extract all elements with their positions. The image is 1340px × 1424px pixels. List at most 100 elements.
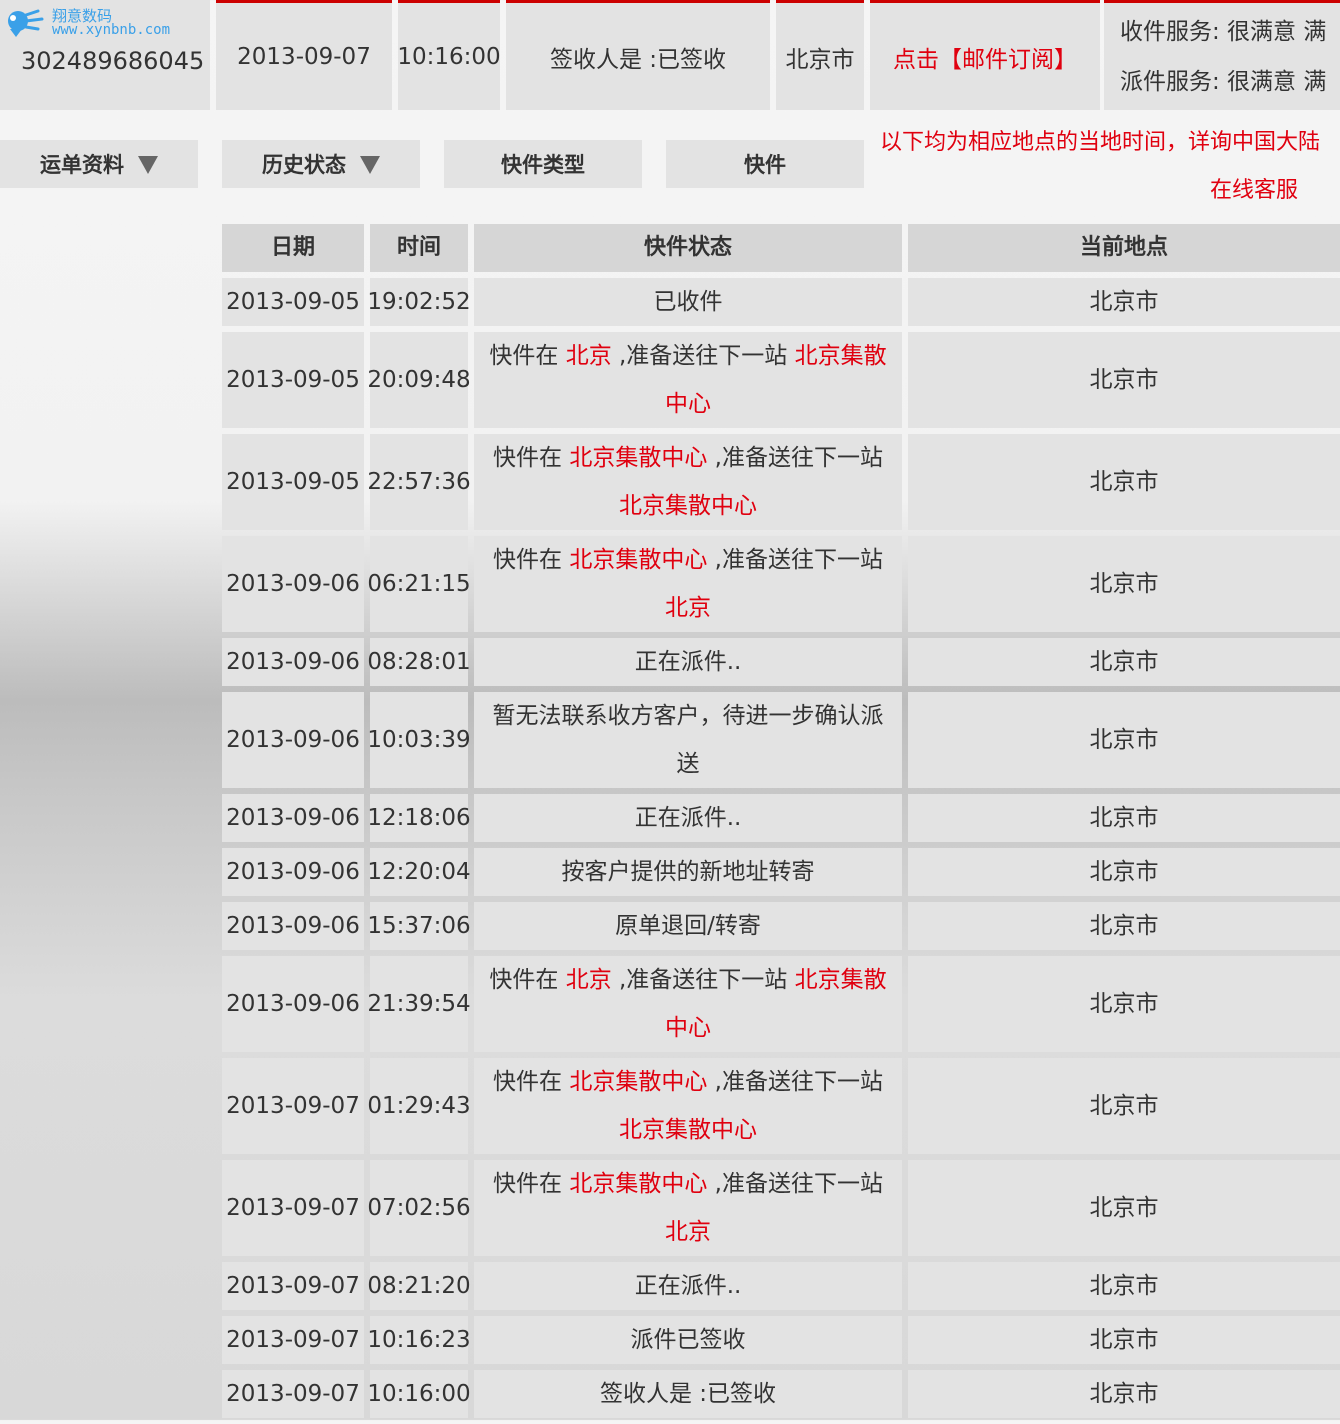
tab-label: 历史状态	[262, 153, 346, 177]
row-time: 19:02:52	[367, 278, 471, 326]
location-link[interactable]: 北京	[566, 967, 612, 993]
row-time: 15:37:06	[367, 902, 471, 950]
status-fragment: 快件在	[493, 1069, 570, 1095]
status-fragment: 已收件	[653, 289, 723, 315]
row-status: 已收件	[474, 278, 902, 326]
header-location: 当前地点	[908, 224, 1340, 272]
row-status: 快件在 北京 ,准备送往下一站 北京集散中心	[474, 332, 902, 428]
tab-express[interactable]: 快件	[666, 140, 864, 188]
subscribe-link[interactable]: 点击【邮件订阅】	[870, 0, 1100, 110]
summary-time: 10:16:00	[398, 0, 500, 110]
table-row: 2013-09-06 10:03:39 暂无法联系收方客户，待进一步确认派送 北京市	[222, 692, 1340, 788]
status-fragment: 原单退回/转寄	[615, 913, 761, 939]
location-link[interactable]: 北京集散中心	[619, 493, 757, 519]
row-date: 2013-09-07	[222, 1160, 364, 1256]
row-location: 北京市	[908, 902, 1340, 950]
row-date: 2013-09-07	[222, 1262, 364, 1310]
status-fragment: ,准备送往下一站	[707, 1171, 883, 1197]
row-location: 北京市	[908, 848, 1340, 896]
status-fragment: 快件在	[489, 967, 566, 993]
location-link[interactable]: 北京	[665, 595, 711, 621]
pickup-service-rating: 收件服务: 很满意 满	[1120, 18, 1327, 45]
location-link[interactable]: 北京	[665, 1219, 711, 1245]
row-time: 10:03:39	[367, 692, 471, 788]
row-time: 12:20:04	[367, 848, 471, 896]
dropdown-arrow-icon	[360, 156, 380, 174]
table-header: 日期 时间 快件状态 当前地点	[222, 224, 1340, 272]
row-location: 北京市	[908, 1370, 1340, 1418]
status-text: 快件在 北京 ,准备送往下一站 北京集散中心	[484, 332, 892, 428]
status-fragment: 派件已签收	[630, 1327, 746, 1353]
status-fragment: 按客户提供的新地址转寄	[561, 859, 815, 885]
row-status: 快件在 北京集散中心 ,准备送往下一站 北京	[474, 1160, 902, 1256]
row-location: 北京市	[908, 794, 1340, 842]
status-fragment: ,准备送往下一站	[707, 445, 883, 471]
service-rating: 收件服务: 很满意 满 派件服务: 很满意 满	[1104, 0, 1340, 110]
row-date: 2013-09-06	[222, 848, 364, 896]
row-location: 北京市	[908, 1160, 1340, 1256]
history-table: 日期 时间 快件状态 当前地点 2013-09-05 19:02:52 已收件北京市…	[222, 224, 1340, 1424]
location-link[interactable]: 北京集散中心	[569, 445, 707, 471]
row-status: 派件已签收	[474, 1316, 902, 1364]
tab-express-type[interactable]: 快件类型	[444, 140, 642, 188]
status-fragment: 快件在	[493, 445, 570, 471]
row-date: 2013-09-07	[222, 1058, 364, 1154]
row-location: 北京市	[908, 956, 1340, 1052]
logo-url: www.xynbnb.com	[52, 22, 171, 38]
table-row: 2013-09-06 08:28:01 正在派件.. 北京市	[222, 638, 1340, 686]
table-row: 2013-09-06 12:20:04 按客户提供的新地址转寄 北京市	[222, 848, 1340, 896]
status-fragment: 正在派件..	[634, 805, 742, 831]
logo: 翔意数码 www.xynbnb.com	[4, 9, 170, 39]
row-status: 按客户提供的新地址转寄	[474, 848, 902, 896]
delivery-service-rating: 派件服务: 很满意 满	[1120, 68, 1327, 95]
status-text: 快件在 北京集散中心 ,准备送往下一站 北京集散中心	[484, 434, 892, 530]
table-row: 2013-09-07 10:16:23 派件已签收 北京市	[222, 1316, 1340, 1364]
row-date: 2013-09-05	[222, 332, 364, 428]
row-status: 正在派件..	[474, 794, 902, 842]
row-time: 21:39:54	[367, 956, 471, 1052]
tracking-cell: 翔意数码 www.xynbnb.com 302489686045	[0, 0, 210, 110]
status-text: 按客户提供的新地址转寄	[562, 848, 815, 896]
row-time: 08:28:01	[367, 638, 471, 686]
table-row: 2013-09-05 19:02:52 已收件 北京市	[222, 278, 1340, 326]
row-date: 2013-09-05	[222, 278, 364, 326]
tab-waybill-info[interactable]: 运单资料	[0, 140, 198, 188]
location-link[interactable]: 北京	[566, 343, 612, 369]
location-link[interactable]: 北京集散中心	[569, 1069, 707, 1095]
tab-history-status[interactable]: 历史状态	[222, 140, 420, 188]
table-row: 2013-09-06 21:39:54 快件在 北京 ,准备送往下一站 北京集散中心…	[222, 956, 1340, 1052]
row-time: 06:21:15	[367, 536, 471, 632]
row-date: 2013-09-06	[222, 536, 364, 632]
status-fragment: ,准备送往下一站	[707, 547, 883, 573]
row-date: 2013-09-06	[222, 794, 364, 842]
header-time: 时间	[370, 224, 468, 272]
row-location: 北京市	[908, 1262, 1340, 1310]
summary-status: 签收人是 :已签收	[506, 0, 770, 110]
status-text: 快件在 北京 ,准备送往下一站 北京集散中心	[484, 956, 892, 1052]
row-location: 北京市	[908, 1058, 1340, 1154]
location-link[interactable]: 北京集散中心	[569, 1171, 707, 1197]
location-link[interactable]: 北京集散中心	[569, 547, 707, 573]
status-text: 签收人是 :已签收	[600, 1370, 776, 1418]
status-fragment: 快件在	[493, 1171, 570, 1197]
status-fragment: 签收人是 :已签收	[599, 1381, 777, 1407]
status-text: 正在派件..	[635, 638, 742, 686]
row-time: 01:29:43	[367, 1058, 471, 1154]
status-text: 快件在 北京集散中心 ,准备送往下一站 北京	[484, 1160, 892, 1256]
online-service-link[interactable]: 在线客服	[1210, 172, 1298, 204]
row-location: 北京市	[908, 536, 1340, 632]
location-link[interactable]: 北京集散中心	[619, 1117, 757, 1143]
status-fragment: 暂无法联系收方客户，待进一步确认派送	[492, 703, 884, 777]
row-date: 2013-09-06	[222, 638, 364, 686]
timezone-notice: 以下均为相应地点的当地时间，详询中国大陆	[880, 130, 1321, 155]
tab-label: 运单资料	[40, 153, 124, 177]
status-text: 快件在 北京集散中心 ,准备送往下一站 北京集散中心	[484, 1058, 892, 1154]
row-status: 正在派件..	[474, 638, 902, 686]
table-row: 2013-09-06 12:18:06 正在派件.. 北京市	[222, 794, 1340, 842]
row-status: 暂无法联系收方客户，待进一步确认派送	[474, 692, 902, 788]
status-text: 原单退回/转寄	[615, 902, 761, 950]
tab-label: 快件类型	[501, 153, 585, 177]
row-time: 10:16:23	[367, 1316, 471, 1364]
row-date: 2013-09-06	[222, 902, 364, 950]
header-status: 快件状态	[474, 224, 902, 272]
